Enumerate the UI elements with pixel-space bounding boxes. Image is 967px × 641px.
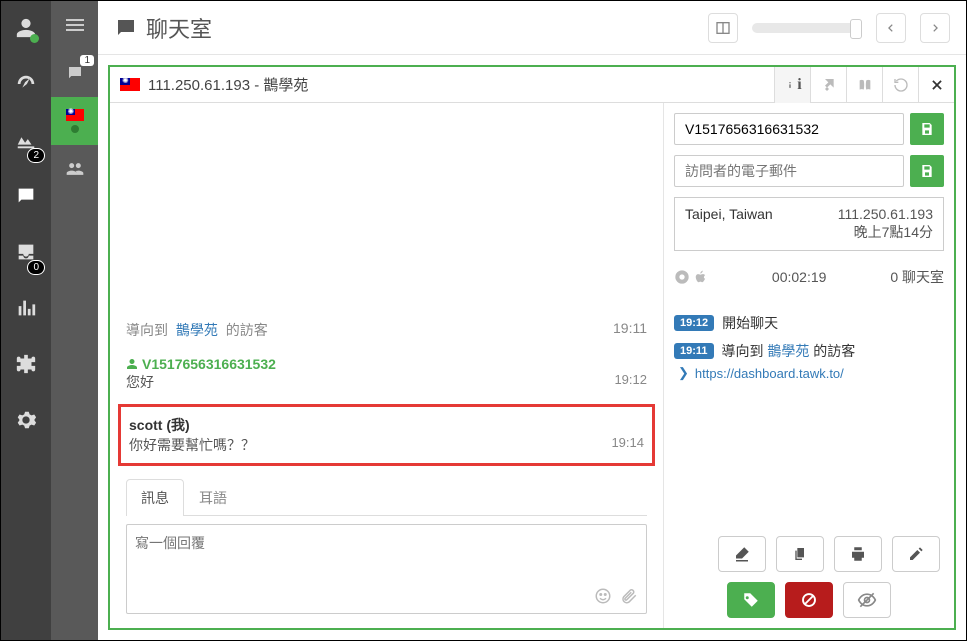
chevron-right-icon: ❯ bbox=[678, 365, 689, 381]
chat-icon bbox=[114, 16, 138, 40]
nav-monitoring[interactable]: 2 bbox=[1, 121, 51, 159]
sender-visitor: V1517656316631532 bbox=[126, 356, 647, 372]
online-dot-icon bbox=[71, 125, 79, 133]
erase-button[interactable] bbox=[718, 536, 766, 572]
menu-toggle[interactable] bbox=[51, 1, 98, 49]
action-row-2 bbox=[674, 582, 944, 618]
tab-whisper[interactable]: 耳語 bbox=[184, 479, 242, 516]
referrer-link[interactable]: https://dashboard.tawk.to/ bbox=[695, 366, 844, 381]
message-text: 您好 bbox=[126, 372, 614, 392]
timestamp: 19:12 bbox=[614, 372, 647, 392]
chrome-icon bbox=[674, 269, 690, 285]
sender-agent: scott (我) bbox=[129, 415, 644, 435]
print-button[interactable] bbox=[834, 536, 882, 572]
primary-nav: 2 0 bbox=[1, 1, 51, 640]
nav-settings[interactable] bbox=[1, 401, 51, 439]
compose-box bbox=[126, 524, 647, 614]
timestamp: 19:14 bbox=[611, 435, 644, 455]
chat-left: 導向到 鵲學苑 的訪客 19:11 V1517656316631532 bbox=[110, 103, 664, 628]
compose-tabs: 訊息 耳語 bbox=[126, 478, 647, 516]
site-link[interactable]: 鵲學苑 bbox=[176, 322, 218, 338]
reply-input[interactable] bbox=[135, 533, 638, 587]
new-count: 1 bbox=[80, 55, 94, 66]
flag-tw-icon bbox=[66, 109, 84, 121]
ban-button[interactable] bbox=[785, 582, 833, 618]
tag-button[interactable] bbox=[727, 582, 775, 618]
referrer-row: ❯ https://dashboard.tawk.to/ bbox=[674, 365, 944, 381]
chat-title: 111.250.61.193 - 鵲學苑 bbox=[148, 74, 774, 95]
event-log: 19:12 開始聊天 19:11 導向到 鵲學苑 的訪客 ❯ https://d… bbox=[674, 303, 944, 381]
agent-message: scott (我) 你好需要幫忙嗎？？ 19:14 bbox=[118, 404, 655, 466]
page-title: 聊天室 bbox=[114, 12, 212, 44]
edit-button[interactable] bbox=[892, 536, 940, 572]
visitor-ip: 111.250.61.193 bbox=[838, 206, 933, 222]
nav-addons[interactable] bbox=[1, 345, 51, 383]
main-area: 聊天室 111.250.61.193 - 鵲學苑 i bbox=[98, 1, 966, 640]
message-list: 導向到 鵲學苑 的訪客 19:11 V1517656316631532 bbox=[110, 103, 663, 470]
user-icon bbox=[126, 358, 138, 370]
visibility-button[interactable] bbox=[843, 582, 891, 618]
badge: 2 bbox=[27, 148, 45, 163]
nav-chat[interactable] bbox=[1, 177, 51, 215]
event-time: 19:11 bbox=[674, 343, 714, 359]
event-text: 開始聊天 bbox=[722, 313, 778, 333]
site-link[interactable]: 鵲學苑 bbox=[767, 343, 809, 359]
nav-dashboard[interactable] bbox=[1, 65, 51, 103]
chat-header: 111.250.61.193 - 鵲學苑 i bbox=[110, 67, 954, 103]
chat-panel: 111.250.61.193 - 鵲學苑 i 導向到 鵲學苑 的訪客 bbox=[108, 65, 956, 630]
history-button[interactable] bbox=[882, 67, 918, 103]
event-text: 導向到 鵲學苑 的訪客 bbox=[722, 341, 856, 361]
layout-toggle-button[interactable] bbox=[708, 13, 738, 43]
tab-message[interactable]: 訊息 bbox=[126, 479, 184, 516]
apple-icon bbox=[694, 269, 708, 285]
event-time: 19:12 bbox=[674, 315, 714, 331]
session-duration: 00:02:19 bbox=[720, 269, 878, 285]
info-button[interactable]: i bbox=[774, 67, 810, 103]
visitor-email-input[interactable] bbox=[674, 155, 904, 187]
chat-session-tab[interactable] bbox=[51, 97, 98, 145]
visitor-info: Taipei, Taiwan 111.250.61.193 晚上7點14分 bbox=[674, 197, 944, 251]
prev-button[interactable] bbox=[876, 13, 906, 43]
shortcuts-button[interactable] bbox=[810, 67, 846, 103]
close-button[interactable] bbox=[918, 67, 954, 103]
event-row: 19:11 導向到 鵲學苑 的訪客 bbox=[674, 337, 944, 365]
next-button[interactable] bbox=[920, 13, 950, 43]
details-panel: Taipei, Taiwan 111.250.61.193 晚上7點14分 00… bbox=[664, 103, 954, 628]
visitor-message: V1517656316631532 您好 19:12 bbox=[126, 348, 647, 400]
title-bar: 聊天室 bbox=[98, 1, 966, 55]
visitors-tab[interactable] bbox=[51, 145, 98, 193]
chat-list-nav: 1 bbox=[51, 1, 98, 640]
copy-button[interactable] bbox=[776, 536, 824, 572]
visitor-stats: 00:02:19 0 聊天室 bbox=[674, 261, 944, 293]
emoji-button[interactable] bbox=[594, 587, 612, 605]
nav-reports[interactable] bbox=[1, 289, 51, 327]
system-message: 導向到 鵲學苑 的訪客 19:11 bbox=[126, 312, 647, 348]
message-text: 你好需要幫忙嗎？？ bbox=[129, 435, 611, 455]
page-title-text: 聊天室 bbox=[146, 12, 212, 44]
attach-button[interactable] bbox=[620, 587, 638, 605]
visitor-localtime: 晚上7點14分 bbox=[838, 222, 933, 242]
visitor-location: Taipei, Taiwan bbox=[685, 206, 838, 242]
kb-button[interactable] bbox=[846, 67, 882, 103]
chat-count: 0 聊天室 bbox=[890, 267, 944, 287]
flag-tw-icon bbox=[120, 78, 140, 91]
visitor-name-input[interactable] bbox=[674, 113, 904, 145]
event-row: 19:12 開始聊天 bbox=[674, 309, 944, 337]
badge: 0 bbox=[27, 260, 45, 275]
nav-profile[interactable] bbox=[1, 9, 51, 47]
timestamp: 19:11 bbox=[613, 320, 647, 340]
chat-new-indicator[interactable]: 1 bbox=[51, 49, 98, 97]
nav-inbox[interactable]: 0 bbox=[1, 233, 51, 271]
width-slider[interactable] bbox=[752, 23, 862, 33]
action-row-1 bbox=[674, 536, 944, 572]
save-name-button[interactable] bbox=[910, 113, 944, 145]
status-dot-icon bbox=[30, 34, 39, 43]
save-email-button[interactable] bbox=[910, 155, 944, 187]
